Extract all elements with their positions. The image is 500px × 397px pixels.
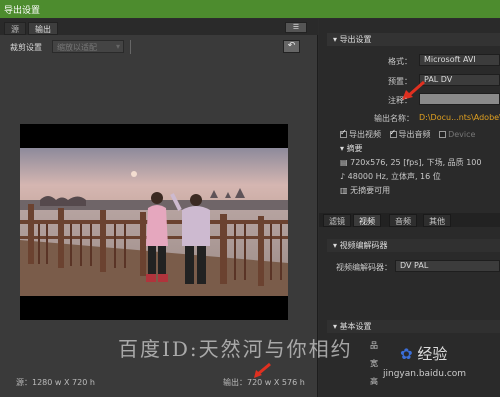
film-icon: ▤ [340, 158, 351, 167]
baidu-brand: ✿ 经验 [400, 345, 448, 363]
crop-label: 裁剪设置 [10, 43, 42, 52]
panel-menu-icon[interactable]: ☰ [285, 22, 307, 33]
tab-source[interactable]: 源 [4, 22, 26, 35]
watermark-text: 百度ID:天然河与你相约 [118, 337, 353, 361]
export-video-checkbox[interactable]: 导出视频 [340, 128, 381, 139]
video-preview [20, 124, 288, 320]
codec-select[interactable]: DV PAL [395, 260, 500, 272]
basic-row-height: 高 [370, 377, 378, 386]
format-value: Microsoft AVI [424, 55, 476, 64]
export-audio-checkbox[interactable]: 导出音频 [389, 128, 431, 139]
crop-value: 缩放以适配 [57, 43, 97, 52]
summary-video: ▤ 720x576, 25 [fps], 下场, 品质 100 [340, 158, 482, 167]
output-name-link[interactable]: D:\Docu...nts\Adobe\Pr [419, 113, 500, 122]
window-title: 导出设置 [4, 6, 41, 16]
device-checkbox[interactable]: Device [439, 130, 475, 139]
paw-icon: ✿ [400, 345, 413, 363]
audio-icon: ♪ [340, 172, 348, 181]
codec-label: 视频编解码器： [336, 263, 392, 272]
codec-value: DV PAL [400, 261, 429, 270]
window-titlebar: 导出设置 [0, 0, 500, 18]
section-title: 导出设置 [339, 35, 372, 44]
dropdown-arrow-icon: ▾ [115, 42, 120, 51]
format-label: 格式： [388, 57, 412, 66]
tab-audio[interactable]: 音频 [389, 214, 417, 227]
tab-video[interactable]: 视频 [353, 214, 381, 227]
summary-none: ▥ 无摘要可用 [340, 186, 391, 195]
summary-audio: ♪ 48000 Hz, 立体声, 16 位 [340, 172, 441, 181]
undo-icon[interactable]: ↶ [283, 40, 300, 53]
source-output-tabs: 源 输出 ☰ [0, 19, 318, 35]
settings-tabs: 滤镜 视频 音频 其他 [319, 213, 500, 227]
basic-row-width: 宽 [370, 359, 378, 368]
export-checkboxes: 导出视频 导出音频 Device [340, 128, 475, 140]
tab-output[interactable]: 输出 [28, 22, 58, 35]
preset-select[interactable]: PAL DV [419, 74, 500, 86]
preview-frame [20, 148, 288, 296]
chart-icon: ▥ [340, 186, 351, 195]
scene-image [20, 148, 288, 296]
summary-header[interactable]: ▾ 摘要 [340, 143, 363, 154]
preset-value: PAL DV [424, 75, 453, 84]
notes-label: 注释： [388, 96, 412, 105]
crop-select[interactable]: 缩放以适配 ▾ [52, 40, 124, 53]
format-select[interactable]: Microsoft AVI [419, 54, 500, 66]
red-arrow-icon [254, 362, 271, 378]
tab-filters[interactable]: 滤镜 [323, 214, 351, 227]
output-name-label: 输出名称： [374, 114, 414, 123]
basic-settings-header[interactable]: ▾ 基本设置 [327, 320, 500, 333]
brand-url: jingyan.baidu.com [383, 369, 467, 379]
notes-input[interactable] [419, 93, 500, 105]
tab-other[interactable]: 其他 [423, 214, 451, 227]
export-settings-header[interactable]: ▾ 导出设置 [327, 33, 500, 46]
source-resolution: 源：1280 w X 720 h [16, 378, 95, 387]
crop-row: 裁剪设置 缩放以适配 ▾ ↶ [0, 38, 318, 56]
video-codec-header[interactable]: ▾ 视频编解码器 [327, 239, 500, 252]
divider [130, 40, 131, 54]
basic-row-quality: 品 [370, 341, 378, 350]
